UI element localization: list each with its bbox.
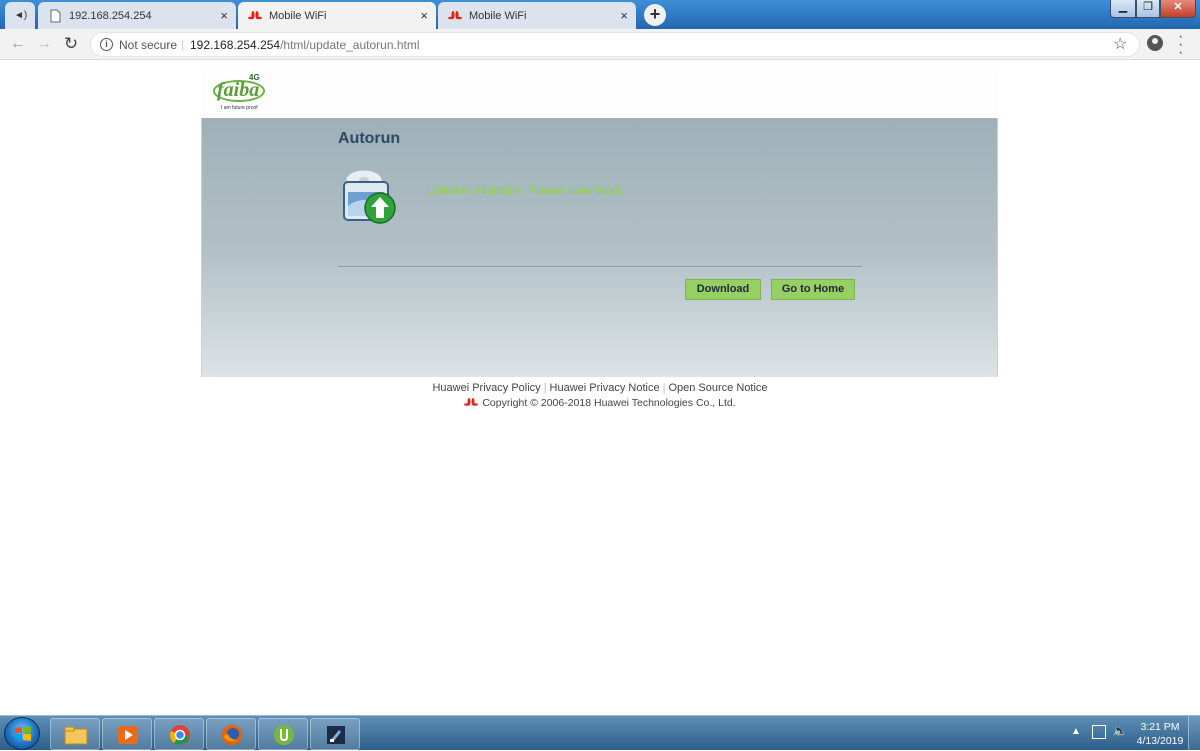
firefox-icon [222, 725, 242, 745]
close-icon[interactable]: × [420, 8, 428, 23]
tray-expand-icon[interactable]: ▲ [1071, 726, 1081, 737]
back-arrow-icon[interactable]: ← [8, 34, 28, 54]
page-icon [50, 9, 61, 22]
copyright-line: Copyright © 2006-2018 Huawei Technologie… [0, 397, 1200, 409]
omnibox-divider: | [181, 37, 185, 51]
browser-toolbar: ← → ↻ i Not secure | 192.168.254.254/htm… [0, 29, 1200, 61]
autorun-panel: Autorun Updates available. Please downlo… [201, 118, 998, 377]
new-tab-button[interactable]: + [644, 4, 666, 26]
reload-icon[interactable]: ↻ [61, 34, 81, 54]
url-host: 192.168.254.254 [190, 38, 281, 52]
faiba-logo: faiba 4G I am future proof [207, 71, 265, 111]
app-icon [327, 726, 345, 744]
clock-date: 4/13/2019 [1136, 735, 1184, 747]
taskbar-firefox[interactable] [206, 718, 256, 750]
taskbar-media-player[interactable] [102, 718, 152, 750]
utorrent-icon [274, 725, 294, 745]
bookmark-star-icon[interactable]: ☆ [1113, 34, 1127, 54]
url-path: /html/update_autorun.html [280, 38, 420, 52]
tab-router-ip[interactable]: 192.168.254.254 × [38, 2, 236, 29]
huawei-icon [248, 10, 262, 19]
autorun-update-icon [343, 169, 396, 224]
tab-mobile-wifi-active[interactable]: Mobile WiFi × [238, 2, 436, 29]
huawei-icon [448, 10, 462, 19]
taskbar-app[interactable] [310, 718, 360, 750]
logo-badge: 4G [249, 73, 260, 82]
tab-label: Mobile WiFi [269, 9, 327, 22]
page-title: Autorun [338, 130, 401, 147]
logo-tagline: I am future proof [221, 105, 258, 111]
info-icon[interactable]: i [100, 38, 113, 51]
page-header: faiba 4G I am future proof [201, 66, 998, 118]
taskbar-chrome[interactable] [154, 718, 204, 750]
huawei-icon [464, 398, 479, 406]
copyright-text: Copyright © 2006-2018 Huawei Technologie… [482, 397, 736, 409]
url-text[interactable]: 192.168.254.254/html/update_autorun.html [190, 38, 420, 52]
update-available-message: Updates available. Please download. [426, 183, 623, 197]
tab-mobile-wifi[interactable]: Mobile WiFi × [438, 2, 636, 29]
close-icon[interactable]: × [220, 8, 228, 23]
tab-label: 192.168.254.254 [69, 9, 152, 22]
logo-text: faiba [217, 79, 260, 101]
show-desktop-button[interactable] [1188, 716, 1200, 751]
footer-separator: | [543, 382, 547, 394]
privacy-notice-link[interactable]: Huawei Privacy Notice [550, 382, 660, 394]
tab-label: Mobile WiFi [469, 9, 527, 22]
account-icon[interactable] [1147, 35, 1163, 51]
close-icon[interactable]: × [620, 8, 628, 23]
open-source-notice-link[interactable]: Open Source Notice [668, 382, 767, 394]
maximize-button[interactable]: ❐ [1136, 0, 1160, 18]
menu-dots-icon[interactable]: · · · [1178, 29, 1183, 61]
windows-taskbar: ▲ 🔈 3:21 PM 4/13/2019 [0, 715, 1200, 751]
close-window-button[interactable]: ✕ [1160, 0, 1196, 18]
speaker-icon: ◄) [14, 10, 28, 21]
system-tray: ▲ 🔈 3:21 PM 4/13/2019 [1068, 716, 1200, 751]
panel-divider [338, 266, 862, 267]
forward-arrow-icon[interactable]: → [34, 34, 54, 54]
clock-time: 3:21 PM [1140, 721, 1180, 733]
browser-titlebar: ◄) 192.168.254.254 × Mobile WiFi × Mobil… [0, 0, 1200, 29]
address-bar[interactable]: i Not secure | 192.168.254.254/html/upda… [90, 32, 1140, 57]
taskbar-utorrent[interactable] [258, 718, 308, 750]
security-label[interactable]: Not secure [119, 38, 177, 52]
chrome-icon [170, 725, 190, 745]
clock[interactable]: 3:21 PM 4/13/2019 [1132, 720, 1188, 748]
download-button[interactable]: Download [685, 279, 761, 300]
minimize-button[interactable]: ▁ [1110, 0, 1136, 18]
volume-icon[interactable]: 🔈 [1112, 723, 1128, 739]
folder-icon [64, 726, 88, 745]
media-player-icon [118, 726, 138, 744]
tab-audio-indicator[interactable]: ◄) [5, 2, 35, 29]
footer-separator: | [662, 382, 666, 394]
taskbar-explorer[interactable] [50, 718, 100, 750]
action-center-flag-icon[interactable] [1092, 725, 1106, 739]
start-button[interactable] [4, 717, 40, 750]
go-to-home-button[interactable]: Go to Home [771, 279, 855, 300]
windows-logo-icon [15, 727, 31, 741]
footer-links: Huawei Privacy Policy | Huawei Privacy Not… [0, 382, 1200, 394]
privacy-policy-link[interactable]: Huawei Privacy Policy [432, 382, 540, 394]
